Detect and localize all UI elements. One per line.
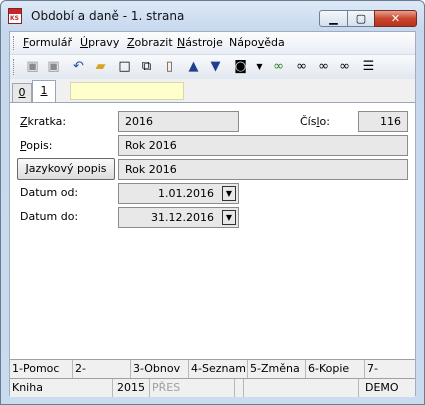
- tab-strip: 0 1: [10, 80, 415, 102]
- form-panel: Zkratka: 2016 Číslo: 116 Popis: Rok 2016…: [10, 102, 415, 360]
- status-module: Kniha: [10, 379, 113, 397]
- open-folder-icon[interactable]: ▰: [92, 58, 109, 75]
- filter-binoculars-icon[interactable]: ∞: [270, 58, 287, 75]
- datum-od-dropdown-icon[interactable]: ▼: [222, 186, 236, 201]
- tab-0[interactable]: 0: [12, 83, 32, 102]
- jazykovy-popis-field[interactable]: Rok 2016: [118, 159, 408, 180]
- copy-icon[interactable]: ⧉: [138, 58, 155, 75]
- save-as-icon[interactable]: ▣: [45, 58, 62, 75]
- cislo-label: Číslo:: [300, 115, 330, 128]
- cislo-field[interactable]: 116: [358, 111, 408, 132]
- maximize-icon: ▢: [355, 12, 367, 25]
- datum-od-field[interactable]: 1.01.2016: [118, 183, 239, 204]
- status-cell-empty-1: [235, 379, 244, 397]
- find-prev-icon[interactable]: ∞: [336, 58, 353, 75]
- window-title: Období a daně - 1. strana: [31, 9, 185, 23]
- fkey-3[interactable]: 3-Obnov: [131, 360, 189, 378]
- client-area: Formulář Úpravy Zobrazit Nástroje Nápově…: [9, 31, 416, 397]
- datum-do-label: Datum do:: [20, 210, 79, 223]
- popis-field[interactable]: Rok 2016: [118, 135, 408, 156]
- menu-formular[interactable]: Formulář: [23, 36, 72, 49]
- binoculars-icon[interactable]: ∞: [293, 58, 310, 75]
- datum-od-label: Datum od:: [20, 186, 79, 199]
- datum-do-dropdown-icon[interactable]: ▼: [222, 210, 236, 225]
- fkey-4[interactable]: 4-Seznam: [189, 360, 248, 378]
- tab-info-area: [70, 82, 184, 100]
- function-key-bar: 1-Pomoc 2- 3-Obnov 4-Seznam 5-Změna 6-Ko…: [10, 359, 415, 378]
- zkratka-field[interactable]: 2016: [118, 111, 239, 132]
- dropdown-arrow-icon[interactable]: ▼: [251, 58, 268, 75]
- fkey-2[interactable]: 2-: [73, 360, 131, 378]
- fkey-1[interactable]: 1-Pomoc: [10, 360, 73, 378]
- menu-napoveda[interactable]: Nápověda: [229, 36, 285, 49]
- minimize-button[interactable]: ▁: [319, 10, 348, 27]
- toolbar: ▣ ▣ ↶ ▰ □ ⧉ ▯ ▲ ▼ ◙ ▼ ∞ ∞ ∞ ∞ ☰: [10, 54, 415, 79]
- status-mode: PŘES: [150, 379, 235, 397]
- arrow-down-icon[interactable]: ▼: [207, 58, 224, 75]
- zkratka-label: Zkratka:: [20, 115, 67, 128]
- jazykovy-popis-button[interactable]: Jazykový popis: [17, 158, 115, 180]
- menu-lines-icon[interactable]: ☰: [360, 58, 377, 75]
- popis-label: Popis:: [20, 139, 53, 152]
- book-icon[interactable]: ▯: [161, 58, 178, 75]
- minimize-icon: ▁: [329, 12, 338, 25]
- menu-bar: Formulář Úpravy Zobrazit Nástroje Nápově…: [10, 32, 415, 54]
- undo-icon[interactable]: ↶: [70, 58, 87, 75]
- new-document-icon[interactable]: □: [116, 58, 133, 75]
- title-bar[interactable]: Období a daně - 1. strana ▁ ▢ ✕: [1, 1, 424, 31]
- arrow-up-icon[interactable]: ▲: [185, 58, 202, 75]
- menu-zobrazit[interactable]: Zobrazit: [127, 36, 173, 49]
- find-next-icon[interactable]: ∞: [315, 58, 332, 75]
- datum-do-field[interactable]: 31.12.2016: [118, 207, 239, 228]
- close-button[interactable]: ✕: [374, 10, 417, 27]
- close-icon: ✕: [390, 12, 401, 25]
- status-db: DEMO: [365, 381, 399, 394]
- fkey-7[interactable]: 7-: [365, 360, 415, 378]
- status-bar: Kniha 2015 PŘES DEMO: [10, 378, 415, 397]
- camera-icon[interactable]: ◙: [232, 58, 249, 75]
- app-icon[interactable]: [8, 8, 22, 24]
- window: Období a daně - 1. strana ▁ ▢ ✕ Formulář…: [0, 0, 425, 405]
- fkey-5[interactable]: 5-Změna: [248, 360, 306, 378]
- tab-1[interactable]: 1: [32, 80, 56, 102]
- menu-upravy[interactable]: Úpravy: [80, 36, 119, 49]
- menu-nastroje[interactable]: Nástroje: [177, 36, 223, 49]
- fkey-6[interactable]: 6-Kopie: [306, 360, 365, 378]
- status-cell-empty-2: [244, 379, 359, 397]
- save-icon[interactable]: ▣: [24, 58, 41, 75]
- status-year: 2015: [113, 379, 150, 397]
- maximize-button[interactable]: ▢: [347, 10, 375, 27]
